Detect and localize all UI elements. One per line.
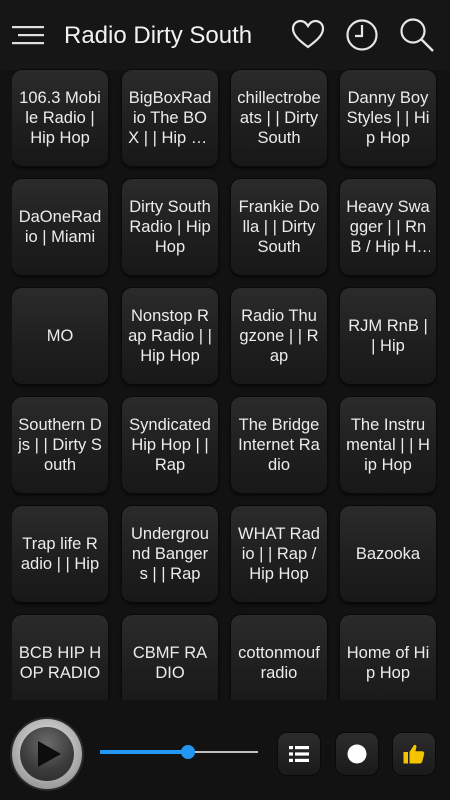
- player-bar: [0, 700, 450, 800]
- search-icon[interactable]: [398, 16, 436, 54]
- station-name: Radio Thugzone | | Rap: [239, 307, 319, 365]
- app-bar: Radio Dirty South: [0, 0, 450, 70]
- station-name: The Instrumental | | Hip Hop: [346, 416, 430, 474]
- station-name: The Bridge Internet Radio: [238, 416, 320, 474]
- station-tile[interactable]: cottonmoufradio: [231, 615, 327, 700]
- station-tile[interactable]: Dirty South Radio | Hip Hop: [122, 179, 218, 275]
- station-tile[interactable]: Bazooka: [340, 506, 436, 602]
- menu-icon[interactable]: [10, 20, 46, 50]
- station-tile[interactable]: The Instrumental | | Hip Hop: [340, 397, 436, 493]
- heart-icon[interactable]: [289, 16, 327, 54]
- station-name: Underground Bangers | | Rap: [131, 525, 209, 583]
- station-tile[interactable]: Syndicated Hip Hop | | Rap: [122, 397, 218, 493]
- station-tile[interactable]: Southern Djs | | Dirty South: [12, 397, 108, 493]
- station-tile[interactable]: Frankie Dolla | | Dirty South: [231, 179, 327, 275]
- station-tile[interactable]: MO: [12, 288, 108, 384]
- station-name: BigBoxRadio The BOX | | Hip Hop: [128, 89, 212, 147]
- station-tile[interactable]: chillectrobeats | | Dirty South: [231, 70, 327, 166]
- station-name: Bazooka: [355, 545, 421, 563]
- station-tile[interactable]: The Bridge Internet Radio: [231, 397, 327, 493]
- thumbs-up-icon: [403, 744, 425, 764]
- station-name: Heavy Swagger | | RnB / Hip Hop: [346, 198, 430, 256]
- record-icon: [347, 744, 367, 764]
- list-icon: [289, 746, 309, 762]
- station-name: Dirty South Radio | Hip Hop: [129, 198, 211, 256]
- station-name: Home of Hip Hop: [346, 644, 430, 682]
- play-icon: [38, 741, 61, 767]
- station-name: Frankie Dolla | | Dirty South: [238, 198, 320, 256]
- station-name: Danny Boy Styles | | Hip Hop: [346, 89, 430, 147]
- station-tile[interactable]: RJM RnB | | Hip: [340, 288, 436, 384]
- station-tile[interactable]: CBMF RADIO: [122, 615, 218, 700]
- list-button[interactable]: [278, 733, 320, 775]
- station-tile[interactable]: Heavy Swagger | | RnB / Hip Hop: [340, 179, 436, 275]
- volume-thumb[interactable]: [181, 745, 196, 759]
- station-grid: 106.3 Mobile Radio | Hip Hop BigBoxRadio…: [12, 68, 438, 700]
- station-name: BCB HIP HOP RADIO: [18, 644, 102, 682]
- station-name: WHAT Radio | | Rap / Hip Hop: [238, 525, 320, 583]
- station-tile[interactable]: Home of Hip Hop: [340, 615, 436, 700]
- clock-icon[interactable]: [343, 16, 381, 54]
- station-tile[interactable]: Radio Thugzone | | Rap: [231, 288, 327, 384]
- station-tile[interactable]: Underground Bangers | | Rap: [122, 506, 218, 602]
- station-name: 106.3 Mobile Radio | Hip Hop: [19, 89, 101, 147]
- station-name: Southern Djs | | Dirty South: [18, 416, 102, 474]
- station-tile[interactable]: Nonstop Rap Radio | | Hip Hop: [122, 288, 218, 384]
- station-name: DaOneRadio | Miami: [18, 208, 102, 246]
- station-name: MO: [46, 327, 74, 345]
- station-name: cottonmoufradio: [238, 644, 320, 682]
- station-tile[interactable]: Danny Boy Styles | | Hip Hop: [340, 70, 436, 166]
- station-name: Nonstop Rap Radio | | Hip Hop: [128, 307, 212, 365]
- play-button[interactable]: [12, 719, 82, 789]
- station-tile[interactable]: BCB HIP HOP RADIO: [12, 615, 108, 700]
- station-tile[interactable]: 106.3 Mobile Radio | Hip Hop: [12, 70, 108, 166]
- page-title: Radio Dirty South: [64, 22, 253, 49]
- station-name: Syndicated Hip Hop | | Rap: [129, 416, 211, 474]
- station-name: RJM RnB | | Hip: [348, 317, 428, 355]
- station-name: Trap life Radio | | Hip: [20, 535, 100, 573]
- station-name: chillectrobeats | | Dirty South: [237, 89, 321, 147]
- record-button[interactable]: [336, 733, 378, 775]
- station-tile[interactable]: BigBoxRadio The BOX | | Hip Hop: [122, 70, 218, 166]
- volume-slider[interactable]: [100, 743, 258, 763]
- volume-fill: [100, 750, 189, 754]
- like-button[interactable]: [393, 733, 435, 775]
- station-tile[interactable]: DaOneRadio | Miami: [12, 179, 108, 275]
- station-name: CBMF RADIO: [132, 644, 208, 682]
- station-tile[interactable]: WHAT Radio | | Rap / Hip Hop: [231, 506, 327, 602]
- station-tile[interactable]: Trap life Radio | | Hip: [12, 506, 108, 602]
